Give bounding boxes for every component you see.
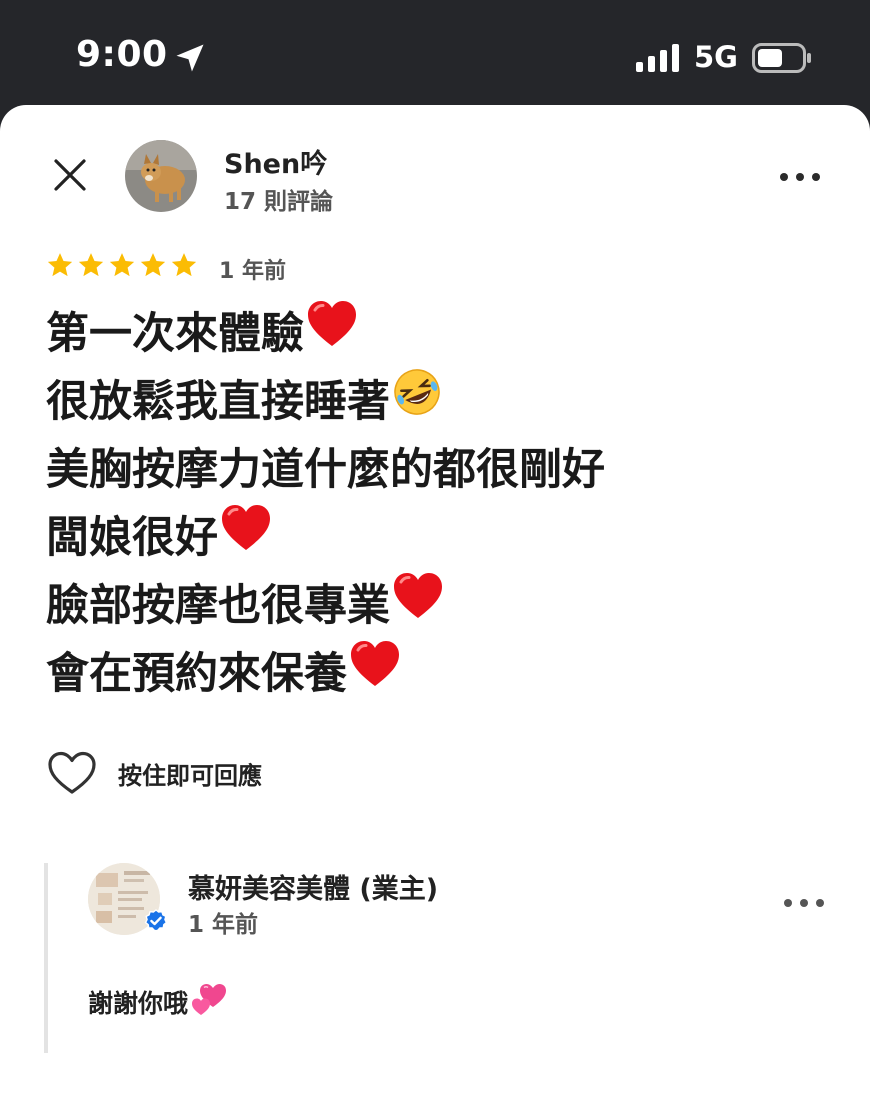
more-options-button[interactable] (780, 165, 820, 189)
star-icon (109, 253, 135, 277)
status-time: 9:00 (76, 34, 168, 75)
star-rating (46, 251, 198, 279)
star-icon (47, 253, 73, 277)
react-label: 按住即可回應 (118, 761, 262, 790)
review-date: 1 年前 (219, 259, 286, 284)
star-icon (171, 253, 197, 277)
review-line-text: 臉部按摩也很專業 (46, 581, 390, 631)
review-line: 會在預約來保養 (46, 640, 846, 708)
review-line: 闆娘很好 (46, 504, 846, 572)
two-hearts-icon (190, 981, 228, 1023)
review-card: Shen吟 17 則評論 1 年前 第一次來體驗很放鬆我直接睡著美胸按摩力道什麼… (0, 105, 870, 1109)
review-line: 第一次來體驗 (46, 300, 846, 368)
more-dot-icon (816, 899, 824, 907)
review-line: 美胸按摩力道什麼的都很剛好 (46, 436, 846, 504)
review-line: 很放鬆我直接睡著 (46, 368, 846, 436)
dog-photo-icon (125, 140, 197, 212)
more-dot-icon (812, 173, 820, 181)
owner-reply-message: 謝謝你哦 (88, 989, 189, 1018)
status-bar: 9:00 5G (0, 0, 870, 105)
more-dot-icon (780, 173, 788, 181)
owner-reply-text: 謝謝你哦 (88, 981, 228, 1023)
network-type: 5G (694, 40, 738, 74)
rolling-laughing-icon (392, 367, 442, 437)
owner-reply-date: 1 年前 (188, 912, 259, 938)
review-line-text: 美胸按摩力道什麼的都很剛好 (46, 445, 605, 495)
owner-reply: 慕妍美容美體 (業主) 1 年前 謝謝你哦 (44, 863, 828, 1053)
battery-icon (752, 43, 811, 73)
review-line-text: 第一次來體驗 (46, 309, 304, 359)
more-dot-icon (796, 173, 804, 181)
review-line-text: 闆娘很好 (46, 513, 218, 563)
red-heart-icon (349, 639, 401, 709)
review-line-text: 會在預約來保養 (46, 649, 347, 699)
red-heart-icon (392, 571, 444, 641)
review-text: 第一次來體驗很放鬆我直接睡著美胸按摩力道什麼的都很剛好 闆娘很好臉部按摩也很專業會… (46, 300, 846, 708)
review-line-text: 很放鬆我直接睡著 (46, 377, 390, 427)
heart-outline-icon (48, 751, 96, 794)
more-dot-icon (784, 899, 792, 907)
react-button[interactable]: 按住即可回應 (48, 751, 262, 795)
red-heart-icon (306, 299, 358, 369)
review-count: 17 則評論 (224, 189, 334, 215)
red-heart-icon (220, 503, 272, 573)
owner-name[interactable]: 慕妍美容美體 (業主) (188, 867, 438, 906)
verified-badge-icon (144, 909, 168, 932)
reply-more-options-button[interactable] (784, 891, 824, 915)
reviewer-name[interactable]: Shen吟 (224, 142, 327, 181)
close-button[interactable] (46, 151, 94, 199)
close-icon (54, 159, 86, 191)
more-dot-icon (800, 899, 808, 907)
location-arrow-icon (176, 44, 204, 72)
review-line: 臉部按摩也很專業 (46, 572, 846, 640)
reviewer-avatar[interactable] (125, 140, 197, 212)
star-icon (78, 253, 104, 277)
cellular-signal-icon (636, 44, 679, 72)
star-icon (140, 253, 166, 277)
